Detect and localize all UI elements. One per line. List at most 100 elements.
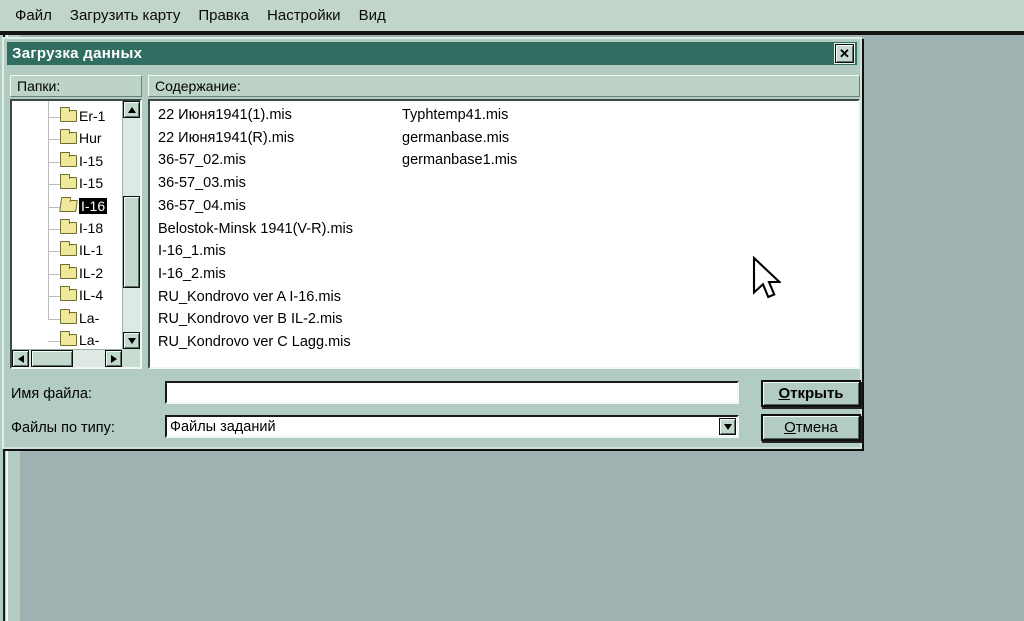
tree-item[interactable]: IL-1 [12, 240, 122, 262]
file-item[interactable]: Typhtemp41.mis [402, 104, 517, 127]
tree-item[interactable]: La- [12, 308, 122, 330]
load-data-dialog: Загрузка данных ✕ Папки: Содержание: Er-… [2, 37, 862, 449]
tree-connector-stub [48, 117, 60, 118]
file-item[interactable]: germanbase.mis [402, 127, 517, 150]
tree-connector-stub [48, 184, 60, 186]
file-item[interactable]: 36-57_02.mis [158, 149, 353, 172]
folder-icon [60, 308, 77, 324]
file-item[interactable]: I-16_1.mis [158, 240, 353, 263]
file-item[interactable]: I-16_2.mis [158, 263, 353, 286]
filename-input[interactable] [165, 381, 739, 404]
contents-header: Содержание: [148, 75, 860, 97]
chevron-down-icon [723, 423, 732, 430]
scrollbar-corner [122, 349, 140, 367]
menu-bar: Файл Загрузить карту Правка Настройки Вид [0, 0, 1024, 31]
tree-item-label: La- [79, 309, 100, 326]
tree-connector-stub [48, 161, 60, 163]
arrow-left-icon [17, 354, 24, 363]
tree-item-label: La- [79, 332, 100, 348]
open-folder-icon [59, 199, 78, 212]
tree-item-label: IL-2 [79, 264, 104, 281]
tree-connector-stub [48, 139, 60, 141]
file-list-column-2: Typhtemp41.mis germanbase.mis germanbase1.… [402, 104, 517, 172]
arrow-up-icon [127, 106, 136, 113]
tree-item[interactable]: IL-4 [12, 285, 122, 307]
vertical-scroll-thumb[interactable] [123, 196, 140, 288]
folder-icon [60, 151, 77, 167]
menu-item[interactable]: Файл [8, 5, 59, 26]
scroll-up-button[interactable] [123, 101, 140, 118]
tree-item-label: IL-4 [79, 287, 104, 304]
horizontal-scroll-thumb[interactable] [31, 350, 73, 367]
tree-item-label: I-16 [79, 197, 108, 214]
file-item[interactable]: Belostok-Minsk 1941(V-R).mis [158, 218, 353, 241]
folder-icon [60, 174, 77, 190]
arrow-right-icon [110, 354, 117, 363]
file-item[interactable]: 22 Июня1941(R).mis [158, 127, 353, 150]
folder-tree: Er-1 Hur I-15 I-15 I-16 I-18 IL-1 IL-2 IL-4 La- La… [12, 101, 122, 349]
tree-item[interactable]: I-15 [12, 151, 122, 173]
cancel-button[interactable]: Отмена [761, 414, 861, 441]
tree-item[interactable]: I-15 [12, 173, 122, 195]
scroll-left-button[interactable] [12, 350, 29, 367]
menu-item[interactable]: Загрузить карту [63, 5, 187, 26]
tree-connector-stub [48, 251, 60, 253]
dialog-title: Загрузка данных [12, 45, 143, 62]
tree-connector-stub [48, 229, 60, 230]
arrow-down-icon [127, 337, 136, 344]
folders-header-label: Папки: [17, 78, 61, 94]
tree-horizontal-scrollbar[interactable] [12, 349, 122, 367]
file-item[interactable]: RU_Kondrovo ver C Lagg.mis [158, 331, 353, 354]
tree-item-label: I-15 [79, 152, 104, 169]
file-item[interactable]: 22 Июня1941(1).mis [158, 104, 353, 127]
file-list-column-1: 22 Июня1941(1).mis 22 Июня1941(R).mis 36-5… [158, 104, 353, 354]
close-icon: ✕ [839, 46, 850, 61]
folder-icon [60, 129, 77, 145]
tree-connector-stub [48, 296, 60, 298]
tree-item[interactable]: IL-2 [12, 263, 122, 285]
file-item[interactable]: 36-57_04.mis [158, 195, 353, 218]
folder-icon [60, 219, 77, 234]
open-button[interactable]: Открыть [761, 380, 861, 407]
tree-item-label: I-15 [79, 175, 104, 192]
close-button[interactable]: ✕ [835, 44, 854, 63]
filetype-label: Файлы по типу: [11, 420, 115, 436]
tree-item-label: I-18 [79, 220, 104, 236]
tree-item[interactable]: Hur [12, 128, 122, 150]
filetype-value: Файлы заданий [170, 418, 276, 435]
tree-item[interactable]: Er-1 [12, 106, 122, 128]
tree-item[interactable]: I-18 [12, 218, 122, 240]
filetype-combobox[interactable]: Файлы заданий [165, 415, 739, 438]
file-item[interactable]: RU_Kondrovo ver A I-16.mis [158, 286, 353, 309]
filename-label: Имя файла: [11, 386, 92, 402]
folder-icon [60, 241, 77, 257]
scroll-right-button[interactable] [105, 350, 122, 367]
tree-item-label: Er-1 [79, 108, 106, 124]
folder-icon [60, 263, 77, 279]
tree-item[interactable]: I-16 [12, 196, 122, 218]
menu-item[interactable]: Правка [191, 5, 256, 26]
menu-item[interactable]: Настройки [260, 5, 348, 26]
tree-connector-stub [48, 206, 60, 208]
folder-icon [60, 107, 77, 122]
file-item[interactable]: 36-57_03.mis [158, 172, 353, 195]
folder-icon [60, 331, 77, 346]
tree-vertical-scrollbar[interactable] [122, 101, 140, 349]
tree-connector-stub [48, 341, 60, 342]
contents-header-label: Содержание: [155, 78, 241, 94]
folders-header: Папки: [10, 75, 142, 97]
file-list-panel: 22 Июня1941(1).mis 22 Июня1941(R).mis 36-5… [148, 99, 860, 369]
tree-item[interactable]: La- [12, 330, 122, 349]
combo-dropdown-button[interactable] [719, 418, 736, 435]
menu-item[interactable]: Вид [352, 5, 393, 26]
file-item[interactable]: germanbase1.mis [402, 149, 517, 172]
folder-tree-panel: Er-1 Hur I-15 I-15 I-16 I-18 IL-1 IL-2 IL-4 La- La… [10, 99, 142, 369]
tree-item-label: Hur [79, 130, 102, 147]
tree-connector-stub [48, 273, 60, 275]
file-item[interactable]: RU_Kondrovo ver B IL-2.mis [158, 308, 353, 331]
tree-connector-stub [48, 318, 60, 320]
folder-icon [60, 286, 77, 302]
dialog-titlebar[interactable]: Загрузка данных ✕ [7, 42, 857, 65]
tree-item-label: IL-1 [79, 242, 104, 259]
scroll-down-button[interactable] [123, 332, 140, 349]
